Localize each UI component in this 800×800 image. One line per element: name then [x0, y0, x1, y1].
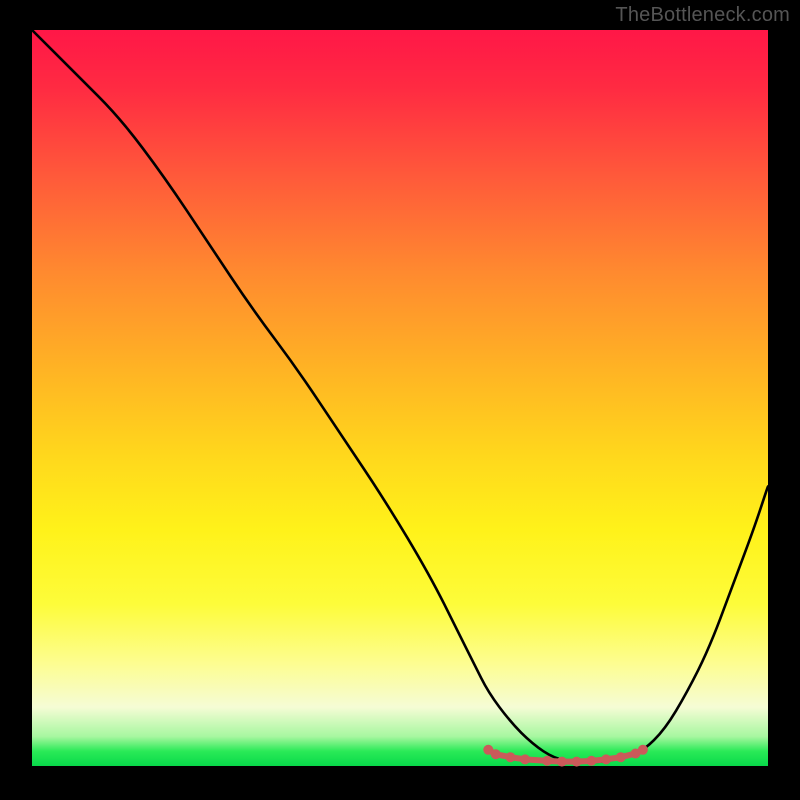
watermark-label: TheBottleneck.com: [615, 4, 790, 27]
optimal-band-marker: [638, 745, 648, 755]
plot-area: [32, 30, 768, 766]
optimal-band-marker: [601, 754, 611, 764]
optimal-band-markers-group: [483, 745, 648, 767]
curve-overlay: [32, 30, 768, 766]
optimal-band-marker: [505, 752, 515, 762]
optimal-band-marker: [491, 749, 501, 759]
optimal-band-marker: [520, 754, 530, 764]
optimal-band-marker: [616, 752, 626, 762]
bottleneck-curve-path: [32, 30, 768, 762]
optimal-band-marker: [572, 757, 582, 767]
optimal-band-marker: [542, 756, 552, 766]
optimal-band-marker: [586, 756, 596, 766]
chart-frame: TheBottleneck.com: [0, 0, 800, 800]
optimal-band-marker: [557, 757, 567, 767]
